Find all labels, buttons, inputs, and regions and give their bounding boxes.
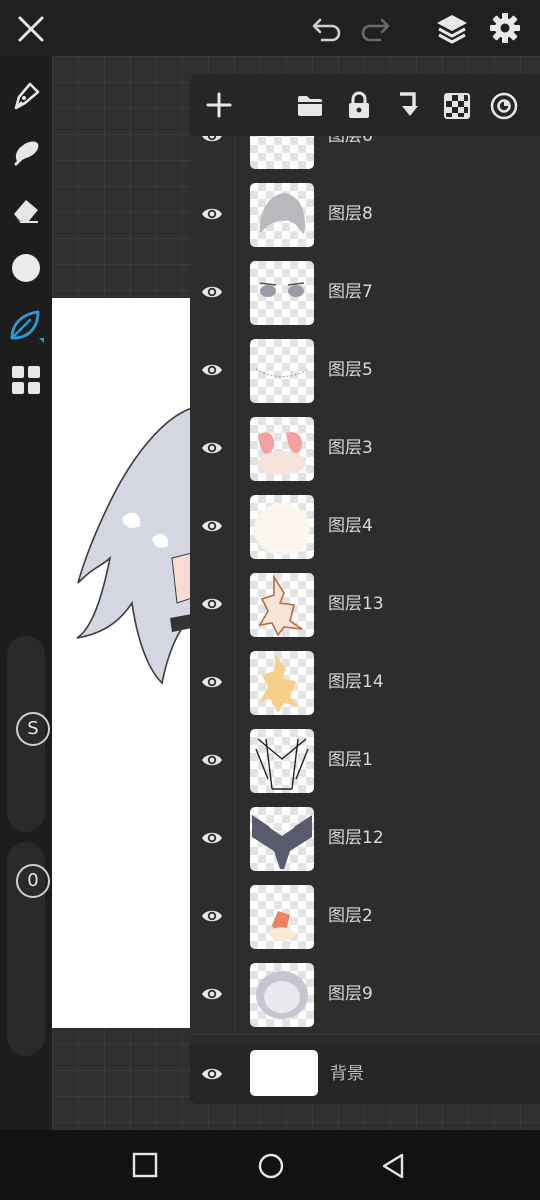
layer-row[interactable]: 图层7 <box>190 254 540 333</box>
blend-mode-icon[interactable] <box>490 92 518 120</box>
layer-thumbnail <box>250 136 314 169</box>
size-slider-label: S <box>16 712 50 746</box>
eye-icon[interactable] <box>200 594 224 614</box>
layer-name: 图层9 <box>328 984 373 1004</box>
layer-visibility-toggle[interactable] <box>190 488 235 566</box>
transparency-checker-icon[interactable] <box>444 93 470 119</box>
layer-visibility-toggle[interactable] <box>190 176 235 254</box>
opacity-slider-label: 0 <box>16 864 50 898</box>
add-layer-icon[interactable] <box>206 92 232 118</box>
eye-icon[interactable] <box>200 204 224 224</box>
background-layer-name: 背景 <box>330 1064 364 1084</box>
layer-row[interactable]: 图层8 <box>190 176 540 255</box>
background-layer-thumbnail <box>250 1050 318 1096</box>
layer-name: 图层5 <box>328 360 373 380</box>
undo-icon[interactable] <box>310 14 344 44</box>
layer-list[interactable]: 图层6 图层8 图层7 图层5 图层3 图层4 图层13 图层14 图层1 图层12 图层2 图层9 <box>190 136 540 1044</box>
eye-icon[interactable] <box>200 516 224 536</box>
layer-visibility-toggle[interactable] <box>190 566 235 644</box>
leaf-brush-icon[interactable] <box>8 308 46 344</box>
tool-sidebar: S 0 <box>0 56 52 1130</box>
eye-icon[interactable] <box>200 1064 224 1084</box>
eye-icon[interactable] <box>200 282 224 302</box>
layer-row[interactable]: 图层1 <box>190 722 540 801</box>
brush-size-slider[interactable]: S <box>7 636 50 832</box>
layer-name: 图层7 <box>328 282 373 302</box>
layer-visibility-toggle[interactable] <box>190 722 235 800</box>
eye-icon[interactable] <box>200 750 224 770</box>
character-artwork <box>76 407 192 685</box>
layer-name: 图层1 <box>328 750 373 770</box>
layer-row[interactable]: 图层4 <box>190 488 540 567</box>
recents-icon[interactable] <box>132 1152 158 1178</box>
color-swatch[interactable] <box>10 252 42 284</box>
layer-name: 图层4 <box>328 516 373 536</box>
layer-visibility-toggle[interactable] <box>190 878 235 956</box>
layer-row[interactable]: 图层9 <box>190 956 540 1035</box>
layer-row[interactable]: 图层13 <box>190 566 540 645</box>
layer-name: 图层14 <box>328 672 384 692</box>
layer-thumbnail <box>250 729 314 793</box>
layer-visibility-toggle[interactable] <box>190 800 235 878</box>
eye-icon[interactable] <box>200 136 224 146</box>
back-icon[interactable] <box>380 1152 406 1180</box>
settings-icon[interactable] <box>489 12 521 44</box>
layer-name: 图层12 <box>328 828 384 848</box>
layer-thumbnail <box>250 963 314 1027</box>
system-navigation-bar <box>0 1130 540 1200</box>
eye-icon[interactable] <box>200 984 224 1004</box>
layer-thumbnail <box>250 183 314 247</box>
layer-row[interactable]: 图层3 <box>190 410 540 489</box>
layer-name: 图层13 <box>328 594 384 614</box>
layer-thumbnail <box>250 261 314 325</box>
background-layer-row[interactable]: 背景 <box>190 1044 540 1104</box>
home-icon[interactable] <box>257 1152 285 1180</box>
layer-visibility-toggle[interactable] <box>190 956 235 1034</box>
layers-icon[interactable] <box>434 12 470 46</box>
layers-panel-toolbar <box>190 74 540 136</box>
layer-row[interactable]: 图层6 <box>190 136 540 177</box>
eraser-icon[interactable] <box>10 194 42 226</box>
layer-row[interactable]: 图层2 <box>190 878 540 957</box>
folder-icon[interactable] <box>296 94 324 118</box>
layer-visibility-toggle[interactable] <box>190 136 235 176</box>
eye-icon[interactable] <box>200 672 224 692</box>
layer-thumbnail <box>250 807 314 871</box>
eye-icon[interactable] <box>200 906 224 926</box>
layer-visibility-toggle[interactable] <box>190 644 235 722</box>
drawing-canvas[interactable] <box>52 298 192 1028</box>
layer-thumbnail <box>250 417 314 481</box>
layer-row[interactable]: 图层14 <box>190 644 540 723</box>
pen-icon[interactable] <box>10 80 42 112</box>
eye-icon[interactable] <box>200 438 224 458</box>
top-toolbar <box>0 0 540 56</box>
lock-icon[interactable] <box>346 90 372 120</box>
redo-icon[interactable] <box>358 14 392 44</box>
eye-icon[interactable] <box>200 360 224 380</box>
eye-icon[interactable] <box>200 828 224 848</box>
layer-name: 图层2 <box>328 906 373 926</box>
layer-thumbnail <box>250 885 314 949</box>
layer-name: 图层8 <box>328 204 373 224</box>
layer-visibility-toggle[interactable] <box>190 410 235 488</box>
smudge-icon[interactable] <box>10 136 42 168</box>
close-icon[interactable] <box>16 14 46 44</box>
layer-name: 图层3 <box>328 438 373 458</box>
layer-row[interactable]: 图层12 <box>190 800 540 879</box>
layer-thumbnail <box>250 573 314 637</box>
brush-opacity-slider[interactable]: 0 <box>7 842 50 1056</box>
layer-thumbnail <box>250 339 314 403</box>
layer-visibility-toggle[interactable] <box>190 332 235 410</box>
layers-panel: 图层6 图层8 图层7 图层5 图层3 图层4 图层13 图层14 图层1 图层12 图层2 图层9 … <box>190 74 540 1104</box>
layer-thumbnail <box>250 495 314 559</box>
merge-down-icon[interactable] <box>396 90 420 120</box>
layer-row[interactable]: 图层5 <box>190 332 540 411</box>
layer-name: 图层6 <box>328 136 373 146</box>
grid-menu-icon[interactable] <box>10 364 42 396</box>
layer-thumbnail <box>250 651 314 715</box>
layer-visibility-toggle[interactable] <box>190 254 235 332</box>
